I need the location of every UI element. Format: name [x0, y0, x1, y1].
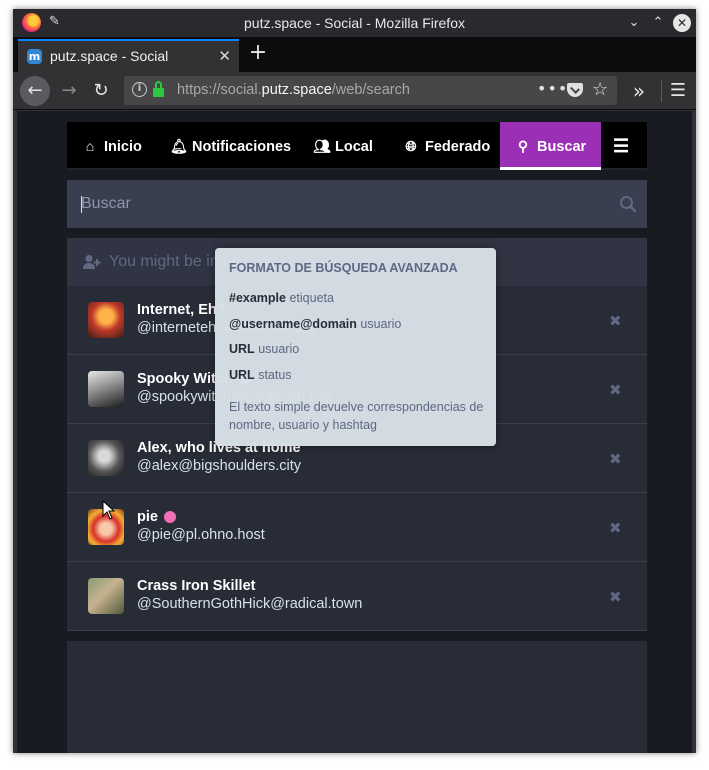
tab-federado[interactable]: 🌐︎ Federado: [403, 122, 490, 170]
url-bar[interactable]: i https://social.putz.space/web/search •…: [124, 76, 617, 105]
search-help-popover: FORMATO DE BÚSQUEDA AVANZADA #example et…: [215, 248, 496, 446]
account-name: Crass Iron Skillet: [137, 578, 256, 594]
account-handle: @pie@pl.ohno.host: [137, 527, 265, 543]
tab-buscar[interactable]: ⚲ Buscar: [500, 122, 602, 170]
page-actions-icon[interactable]: •••: [537, 79, 568, 98]
users-icon: 👥︎: [313, 138, 331, 154]
pocket-icon[interactable]: [567, 83, 583, 97]
text-caret: [81, 196, 82, 213]
account-handle: @alex@bigshoulders.city: [137, 458, 302, 474]
dismiss-icon[interactable]: ✖: [609, 590, 623, 605]
title-bar: ✎ putz.space - Social - Mozilla Firefox …: [13, 9, 696, 37]
window-title: putz.space - Social - Mozilla Firefox: [244, 15, 465, 31]
avatar[interactable]: [88, 440, 124, 476]
home-icon: ⌂: [85, 138, 95, 154]
help-row: URL status: [229, 368, 292, 382]
maximize-icon[interactable]: ⌃: [649, 14, 667, 32]
tab-local[interactable]: 👥︎ Local: [313, 122, 373, 170]
dismiss-icon[interactable]: ✖: [609, 521, 623, 536]
bell-icon: 🔔︎: [170, 138, 188, 154]
list-item[interactable]: pie @pie@pl.ohno.host ✖: [67, 493, 647, 562]
url-text[interactable]: https://social.putz.space/web/search: [177, 82, 410, 98]
pink-emoji-icon: [163, 511, 176, 524]
reload-icon[interactable]: ↻: [86, 76, 116, 106]
search-input[interactable]: [67, 180, 607, 228]
empty-column-area: [67, 641, 647, 753]
window-close-icon[interactable]: ✕: [673, 14, 691, 32]
lock-icon: [153, 81, 164, 97]
mouse-cursor-icon: [102, 500, 116, 520]
add-user-icon: [83, 255, 101, 269]
popover-title: FORMATO DE BÚSQUEDA AVANZADA: [229, 261, 458, 275]
navigation-toolbar: ← → ↻ i https://social.putz.space/web/se…: [13, 72, 696, 110]
account-handle: @SouthernGothHick@radical.town: [137, 596, 363, 612]
toolbar-separator: [661, 80, 662, 102]
dismiss-icon[interactable]: ✖: [609, 314, 623, 329]
list-item[interactable]: Crass Iron Skillet @SouthernGothHick@rad…: [67, 562, 647, 631]
avatar[interactable]: [88, 578, 124, 614]
help-hint: El texto simple devuelve correspondencia…: [229, 400, 484, 432]
hamburger-icon[interactable]: ☰: [613, 122, 629, 170]
new-tab-icon[interactable]: +: [247, 42, 269, 64]
back-icon[interactable]: ←: [20, 76, 50, 106]
dismiss-icon[interactable]: ✖: [609, 383, 623, 398]
tab-label: putz.space - Social: [50, 48, 169, 64]
bookmark-star-icon[interactable]: ☆: [592, 79, 608, 100]
help-row: URL usuario: [229, 342, 300, 356]
dismiss-icon[interactable]: ✖: [609, 452, 623, 467]
search-icon: ⚲: [517, 138, 529, 154]
search-icon[interactable]: [619, 195, 637, 213]
overflow-chevron-icon[interactable]: »: [627, 76, 651, 106]
avatar[interactable]: [88, 371, 124, 407]
search-box: [67, 180, 647, 228]
site-info-icon[interactable]: i: [132, 82, 147, 97]
tab-inicio[interactable]: ⌂ Inicio: [82, 122, 142, 170]
account-name: Internet, Eh?: [137, 302, 226, 318]
tab-putz-space[interactable]: m putz.space - Social ✕: [18, 39, 239, 72]
mastodon-favicon-icon: m: [27, 49, 42, 64]
globe-icon: 🌐︎: [405, 138, 417, 154]
mastodon-tab-bar: ⌂ Inicio 🔔︎ Notificaciones 👥︎ Local 🌐︎ Feder…: [67, 122, 647, 170]
tab-strip: m putz.space - Social ✕ +: [13, 37, 696, 72]
browser-window: ✎ putz.space - Social - Mozilla Firefox …: [13, 9, 696, 753]
tab-notificaciones[interactable]: 🔔︎ Notificaciones: [170, 122, 291, 170]
help-row: @username@domain usuario: [229, 317, 402, 331]
tab-close-icon[interactable]: ✕: [218, 47, 231, 65]
forward-icon[interactable]: →: [54, 76, 84, 106]
help-row: #example etiqueta: [229, 291, 334, 305]
minimize-icon[interactable]: ⌄: [625, 14, 643, 32]
browser-menu-icon[interactable]: ☰: [665, 76, 691, 106]
account-name: pie: [137, 509, 176, 525]
avatar[interactable]: [88, 302, 124, 338]
